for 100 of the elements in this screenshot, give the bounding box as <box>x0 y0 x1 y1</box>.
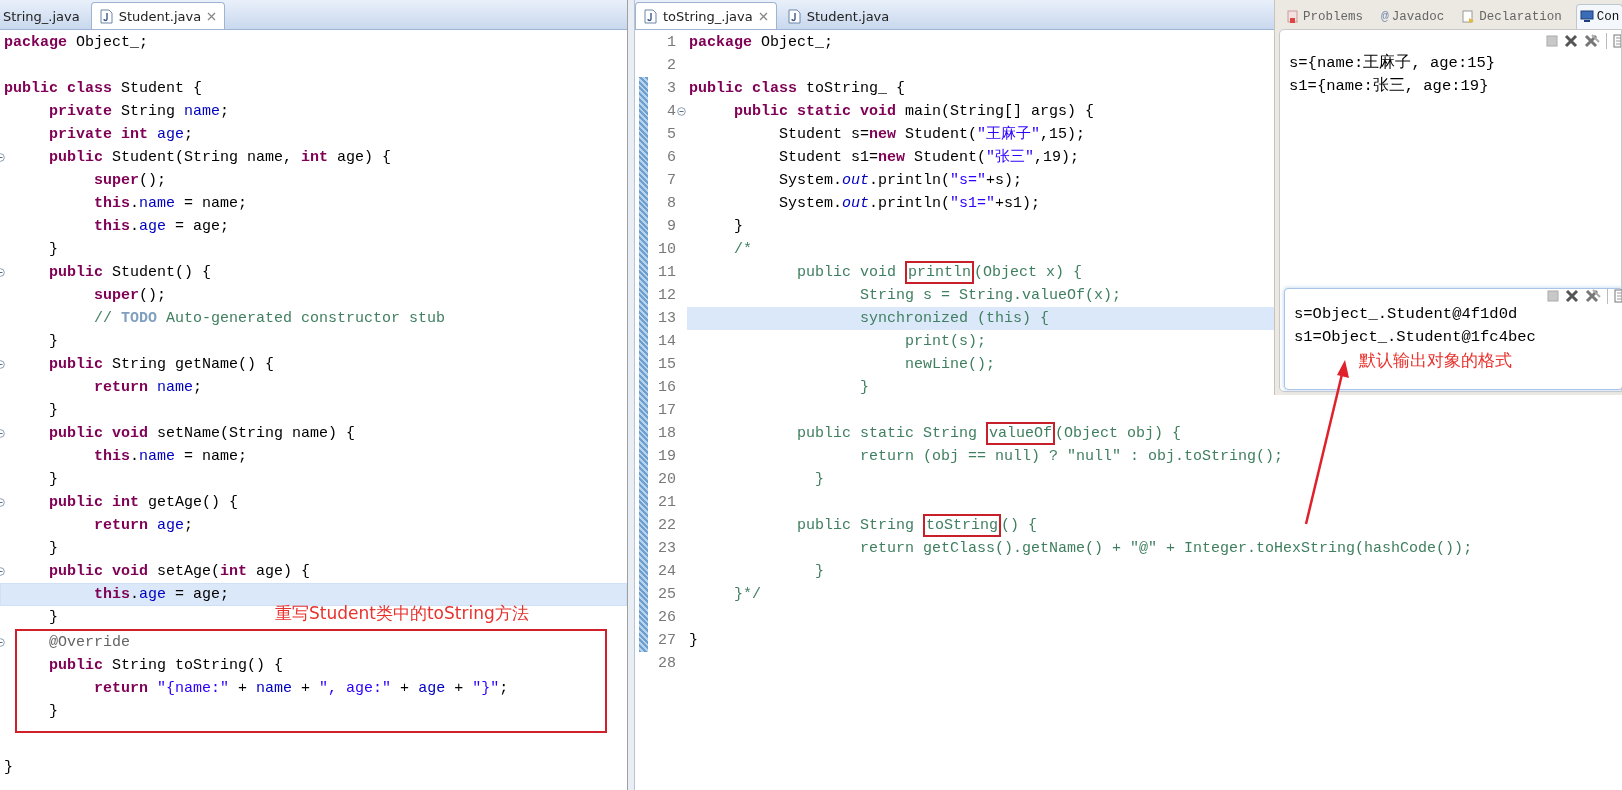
line-number: 17 <box>657 402 676 419</box>
code-line: public static void main(String[] args) { <box>733 102 1095 122</box>
code-line: public Student(String name, int age) { <box>48 148 392 168</box>
code-line: (Object x) { <box>974 263 1083 283</box>
line-number: 13 <box>657 310 676 327</box>
editor-tab[interactable]: String_.java <box>0 2 89 29</box>
java-file-icon <box>787 8 801 24</box>
code-line: } <box>814 470 825 490</box>
line-number: 16 <box>657 379 676 396</box>
code-line: private String name; <box>48 102 230 122</box>
code-line: } <box>48 702 58 722</box>
code-line: public String <box>796 516 916 536</box>
line-number: 21 <box>657 494 676 511</box>
line-number: 9 <box>666 218 676 235</box>
code-line: } <box>814 562 825 582</box>
problems-icon <box>1287 9 1300 24</box>
java-file-icon <box>644 8 657 24</box>
console-output-line: s1=Object_.Student@1fc4bec <box>1293 327 1537 348</box>
remove-icon[interactable] <box>1565 289 1579 303</box>
java-file-icon <box>99 8 113 24</box>
code-line: super(); <box>93 286 167 306</box>
code-line: this.name = name; <box>93 447 248 467</box>
line-number: 14 <box>657 333 676 350</box>
code-line: package Object_; <box>689 33 834 53</box>
line-number: 25 <box>657 586 676 603</box>
line-number: 26 <box>657 609 676 626</box>
code-line: } <box>4 758 13 778</box>
line-number: 28 <box>657 655 676 672</box>
line-number: 24 <box>657 563 676 580</box>
code-line: } <box>48 240 58 260</box>
line-number: 5 <box>666 126 676 143</box>
code-line: return name; <box>93 378 203 398</box>
code-line: String s = String.valueOf(x); <box>859 286 1122 306</box>
line-number: 23 <box>657 540 676 557</box>
code-line: Student s=new Student("王麻子",15); <box>778 124 1086 145</box>
line-number: 10 <box>657 241 676 258</box>
code-line: this.age = age; <box>93 217 230 237</box>
highlighted-word: toString <box>923 514 1002 537</box>
code-line: } <box>733 217 743 237</box>
fold-icon[interactable] <box>677 107 686 116</box>
close-icon[interactable] <box>207 11 217 21</box>
code-line: public Student() { <box>48 263 212 283</box>
line-number: 11 <box>657 264 676 281</box>
highlighted-word: println <box>905 261 975 284</box>
line-number: 19 <box>657 448 676 465</box>
line-number: 8 <box>666 195 676 212</box>
view-tab[interactable]: @ Javadoc <box>1377 3 1449 29</box>
view-tab[interactable]: Declaration <box>1458 3 1566 29</box>
code-line: } <box>48 539 58 559</box>
tab-label: Javadoc <box>1391 9 1445 24</box>
remove-all-icon[interactable] <box>1584 34 1600 48</box>
code-line: public class toString_ { <box>689 79 906 99</box>
line-number: 1 <box>666 34 676 51</box>
view-tab[interactable]: Con <box>1575 3 1622 29</box>
code-line: } <box>48 332 58 352</box>
code-line: (Object obj) { <box>1055 424 1182 444</box>
code-line: System.out.println("s="+s); <box>778 171 1023 191</box>
code-line: this.age = age; <box>93 585 230 605</box>
code-line: public static String <box>796 424 979 444</box>
line-number: 12 <box>657 287 676 304</box>
code-line: } <box>689 631 698 651</box>
line-number: 22 <box>657 517 676 534</box>
editor-tab[interactable]: toString_.java <box>635 2 777 29</box>
highlighted-word: valueOf <box>986 422 1056 445</box>
code-line: } <box>859 378 870 398</box>
code-line: } <box>48 470 58 490</box>
editor-tab[interactable]: Student.java <box>90 2 226 29</box>
code-line: @Override <box>48 633 131 653</box>
editor-tab[interactable]: Student.java <box>778 2 899 29</box>
code-line: return getClass().getName() + "@" + Integer.toHexString(hashCode()); <box>859 539 1473 559</box>
code-line: return (obj == null) ? "null" : obj.toString(); <box>859 447 1284 467</box>
page-icon[interactable] <box>1614 289 1622 303</box>
line-number: 20 <box>657 471 676 488</box>
code-line: /* <box>733 240 752 260</box>
view-tab[interactable]: Problems <box>1283 3 1367 29</box>
code-line: } <box>48 608 58 628</box>
code-line: // TODO Auto-generated constructor stub <box>93 309 446 329</box>
console-output-line: s1={name:张三, age:19} <box>1288 76 1490 97</box>
console-output-line: s=Object_.Student@4f1d0d <box>1293 304 1519 325</box>
code-line: () { <box>1001 516 1038 536</box>
line-number: 15 <box>657 356 676 373</box>
code-line: this.name = name; <box>93 194 248 214</box>
tab-label: Declaration <box>1479 9 1562 24</box>
code-line: System.out.println("s1="+s1); <box>778 194 1041 214</box>
close-icon[interactable] <box>758 11 768 21</box>
code-line: public void setAge(int age) { <box>48 562 311 582</box>
code-line: return age; <box>93 516 194 536</box>
at-sign-glyph: @ <box>1381 9 1389 24</box>
page-icon[interactable] <box>1613 34 1621 48</box>
code-line: return "{name:" + name + ", age:" + age + "}"; <box>93 679 509 699</box>
callout-text: 默认输出对象的格式 <box>1358 349 1513 371</box>
code-line: package Object_; <box>4 33 149 53</box>
remove-all-icon[interactable] <box>1585 289 1601 303</box>
monitor-icon <box>1579 10 1594 23</box>
code-line: public int getAge() { <box>48 493 239 513</box>
code-line: public void setName(String name) { <box>48 424 356 444</box>
remove-icon[interactable] <box>1564 34 1578 48</box>
callout-text: 重写Student类中的toString方法 <box>275 602 529 625</box>
line-number: 4 <box>666 103 676 120</box>
tab-label: Problems <box>1303 9 1363 24</box>
